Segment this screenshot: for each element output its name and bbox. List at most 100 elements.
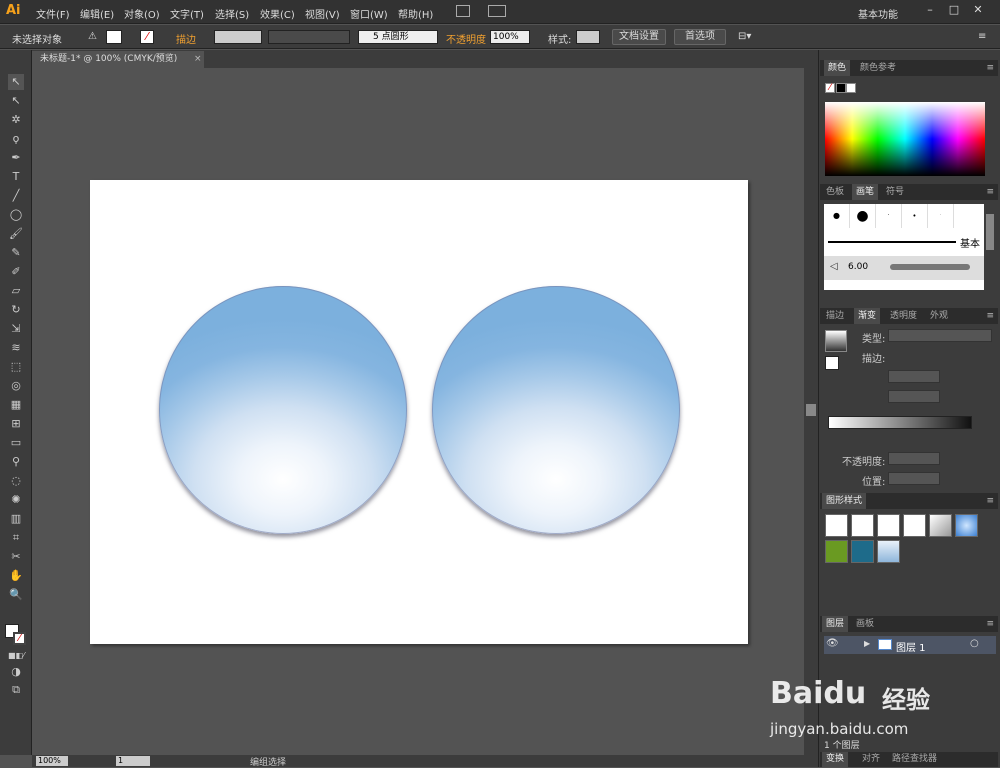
preferences-button[interactable]: 首选项 (674, 29, 726, 45)
brush-dot-tiny[interactable]: · (876, 204, 902, 228)
maximize-icon[interactable]: □ (944, 2, 964, 18)
line-tool-icon[interactable]: ╱ (8, 188, 24, 204)
tab-color[interactable]: 颜色 (824, 60, 851, 76)
graphic-style-5[interactable] (929, 514, 952, 537)
hand-tool-icon[interactable]: ✋ (8, 568, 24, 584)
menu-select[interactable]: 选择(S) (215, 6, 249, 21)
tab-pathfinder[interactable]: 路径查找器 (888, 752, 941, 767)
menu-view[interactable]: 视图(V) (305, 6, 340, 21)
eraser-tool-icon[interactable]: ▱ (8, 283, 24, 299)
document-setup-button[interactable]: 文档设置 (612, 29, 666, 45)
tab-graphic-styles[interactable]: 图形样式 (822, 493, 867, 509)
close-icon[interactable]: ✕ (968, 2, 988, 18)
shape-builder-tool-icon[interactable]: ◎ (8, 378, 24, 394)
scroll-thumb[interactable] (806, 404, 816, 416)
panel-menu-icon[interactable]: ≡ (986, 493, 994, 509)
gradient-fill-swatch[interactable] (825, 356, 839, 370)
tab-close-icon[interactable]: × (194, 51, 202, 68)
artboard-tool-icon[interactable]: ⌗ (8, 530, 24, 546)
graphic-style-6[interactable] (955, 514, 978, 537)
menu-effect[interactable]: 效果(C) (260, 6, 295, 21)
panel-menu-icon[interactable]: ≡ (986, 616, 994, 632)
tab-color-guide[interactable]: 颜色参考 (856, 60, 900, 76)
graphic-style-7[interactable] (825, 540, 848, 563)
brush-dot-faint[interactable]: · (928, 204, 954, 228)
lasso-tool-icon[interactable]: ϙ (8, 131, 24, 147)
brush-scrollbar[interactable] (986, 214, 994, 250)
white-swatch[interactable] (846, 83, 856, 93)
gradient-opacity-input[interactable] (888, 452, 940, 465)
gradient-type-select[interactable] (888, 329, 992, 342)
opacity-input[interactable]: 100% (490, 30, 530, 44)
brush-select[interactable]: 5 点圆形 (358, 30, 438, 44)
graphic-style-2[interactable] (851, 514, 874, 537)
free-transform-tool-icon[interactable]: ⬚ (8, 359, 24, 375)
screen-mode-icon[interactable]: ⧉ (8, 682, 24, 698)
slice-tool-icon[interactable]: ✂ (8, 549, 24, 565)
warp-tool-icon[interactable]: ≋ (8, 340, 24, 356)
menu-object[interactable]: 对象(O) (124, 6, 160, 21)
panel-menu-icon[interactable]: ≡ (986, 308, 994, 324)
perspective-grid-tool-icon[interactable]: ▦ (8, 397, 24, 413)
scale-tool-icon[interactable]: ⇲ (8, 321, 24, 337)
brush-dot-large[interactable]: ● (850, 204, 876, 228)
fill-color-swatch[interactable] (106, 30, 122, 44)
minimize-icon[interactable]: – (920, 2, 940, 18)
tab-gradient[interactable]: 渐变 (854, 308, 881, 324)
menu-edit[interactable]: 编辑(E) (80, 6, 114, 21)
brush-dot-small[interactable]: ● (824, 204, 850, 228)
stroke-swatch[interactable]: ⁄ (13, 632, 26, 645)
paintbrush-tool-icon[interactable]: 🖌 (8, 226, 24, 242)
panel-menu-icon[interactable]: ≡ (986, 184, 994, 200)
menu-type[interactable]: 文字(T) (170, 6, 204, 21)
graphic-style-default[interactable] (825, 514, 848, 537)
tab-swatches[interactable]: 色板 (822, 184, 848, 200)
document-tab[interactable]: 未标题-1* @ 100% (CMYK/预览) (32, 51, 204, 68)
panel-menu-icon[interactable]: ≡ (986, 60, 994, 76)
rotate-tool-icon[interactable]: ↻ (8, 302, 24, 318)
stroke-weight-input[interactable] (214, 30, 262, 44)
basic-brush-line[interactable] (828, 241, 956, 243)
tab-appearance[interactable]: 外观 (926, 308, 952, 324)
workspace-switcher[interactable]: 基本功能 (858, 6, 898, 21)
style-select[interactable] (576, 30, 600, 44)
gradient-preview-swatch[interactable] (825, 330, 847, 352)
artboard-number-input[interactable]: 1 (116, 756, 150, 766)
graphic-style-3[interactable] (877, 514, 900, 537)
menu-help[interactable]: 帮助(H) (398, 6, 433, 21)
gradient-slider[interactable] (828, 416, 972, 429)
direct-selection-tool-icon[interactable]: ↖ (8, 93, 24, 109)
expand-arrow-icon[interactable]: ▶ (864, 639, 870, 648)
gradient-tool-icon[interactable]: ▭ (8, 435, 24, 451)
variable-width-select[interactable] (268, 30, 350, 44)
artboard[interactable] (90, 180, 748, 644)
bridge-icon[interactable] (456, 5, 470, 17)
eyedropper-tool-icon[interactable]: ⚲ (8, 454, 24, 470)
tab-transform[interactable]: 变换 (822, 752, 849, 767)
pencil-tool-icon[interactable]: ✎ (8, 245, 24, 261)
gradient-angle-input[interactable] (888, 370, 940, 383)
opacity-label[interactable]: 不透明度 (446, 31, 486, 46)
magic-wand-tool-icon[interactable]: ✲ (8, 112, 24, 128)
stroke-color-swatch[interactable]: ⁄ (140, 30, 154, 44)
ellipse-tool-icon[interactable]: ◯ (8, 207, 24, 223)
none-swatch[interactable]: ⁄ (825, 83, 835, 93)
symbol-sprayer-tool-icon[interactable]: ✺ (8, 492, 24, 508)
blue-sphere-right[interactable] (432, 286, 680, 534)
selection-tool-icon[interactable]: ↖ (8, 74, 24, 90)
panel-menu-icon[interactable]: ≡ (978, 31, 986, 42)
layer-name[interactable]: 图层 1 (896, 639, 926, 654)
color-mode-icon[interactable]: ■◧⁄ (8, 648, 24, 664)
graphic-style-9[interactable] (877, 540, 900, 563)
black-swatch[interactable] (836, 83, 846, 93)
mesh-tool-icon[interactable]: ⊞ (8, 416, 24, 432)
gradient-position-input[interactable] (888, 472, 940, 485)
graphic-style-8[interactable] (851, 540, 874, 563)
zoom-tool-icon[interactable]: 🔍 (8, 587, 24, 603)
pen-tool-icon[interactable]: ✒ (8, 150, 24, 166)
column-graph-tool-icon[interactable]: ▥ (8, 511, 24, 527)
tab-transparency[interactable]: 透明度 (886, 308, 921, 324)
gradient-aspect-input[interactable] (888, 390, 940, 403)
brush-dot-medium[interactable]: • (902, 204, 928, 228)
target-circle-icon[interactable]: ○ (970, 638, 979, 649)
